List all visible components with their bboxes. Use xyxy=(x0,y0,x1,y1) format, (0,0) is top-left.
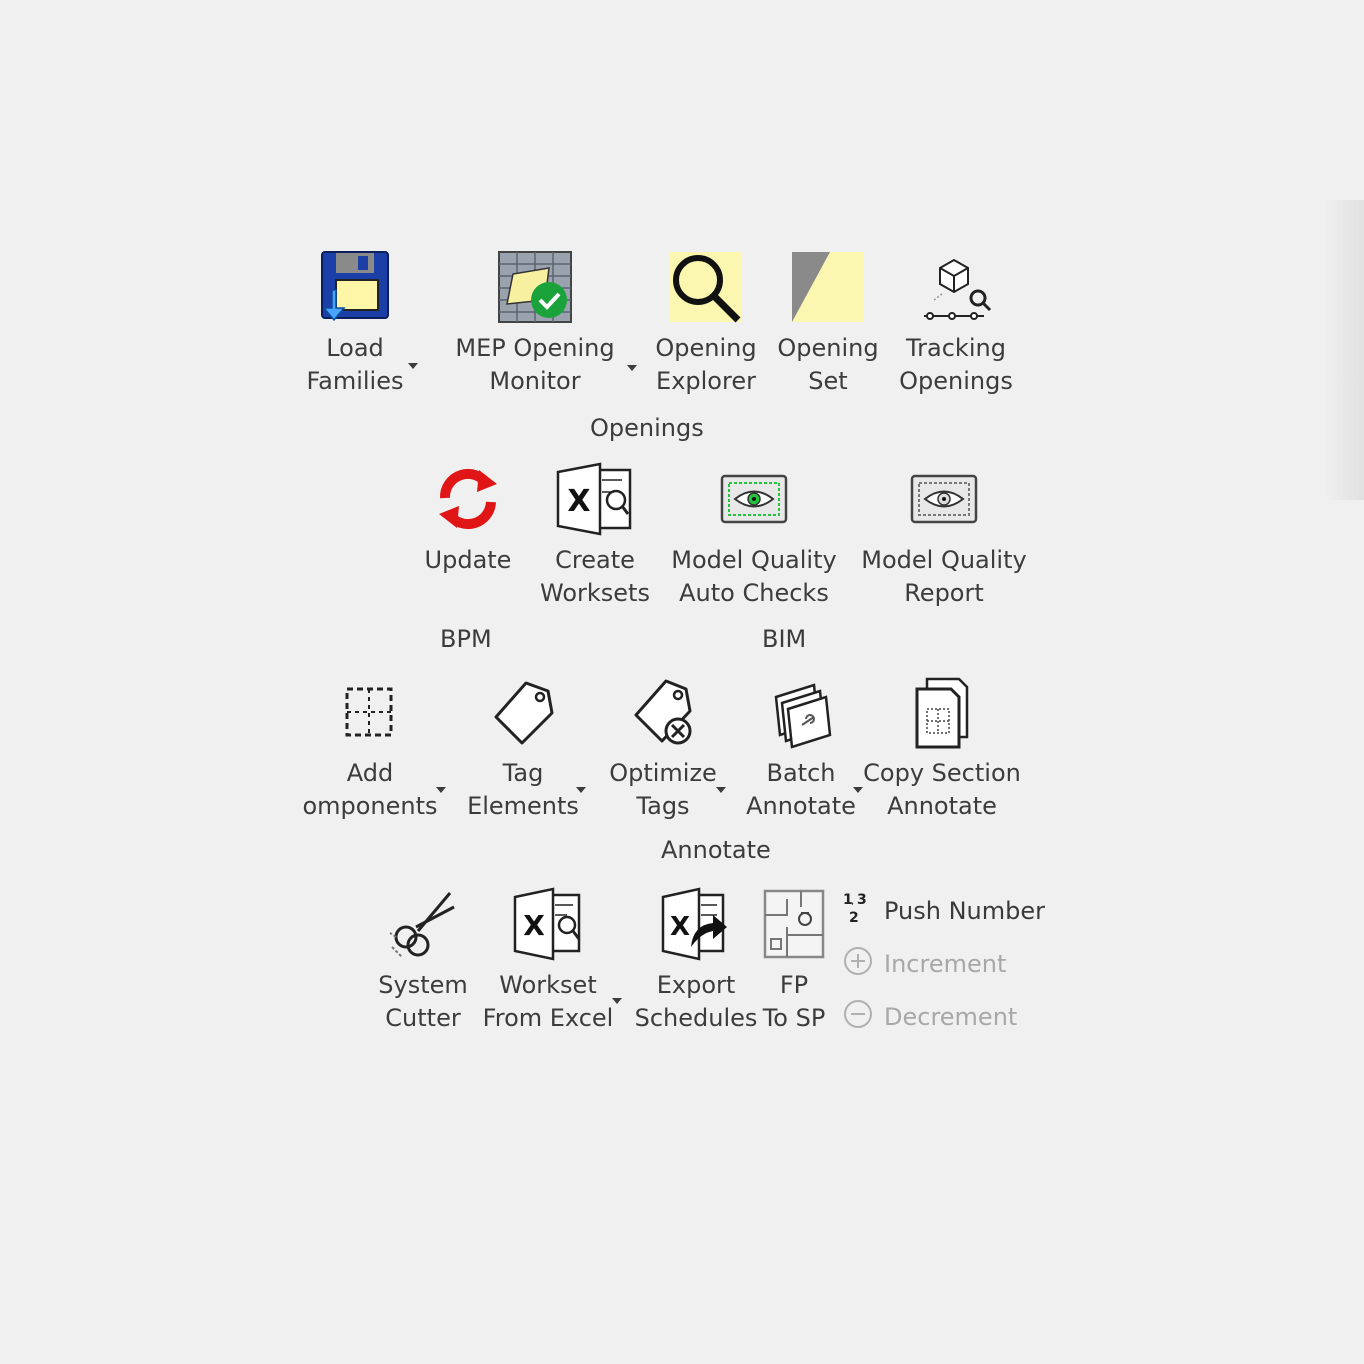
increment-button[interactable]: Increment xyxy=(842,945,1006,983)
chevron-down-icon[interactable] xyxy=(612,998,622,1004)
wall-check-icon xyxy=(497,250,573,324)
fp-to-sp-button[interactable]: FP To SP xyxy=(758,887,830,1035)
button-label: FP To SP xyxy=(762,971,826,1032)
opening-explorer-button[interactable]: Opening Explorer xyxy=(650,250,762,398)
button-label: MEP Opening Monitor xyxy=(455,334,615,395)
button-label: Update xyxy=(424,546,512,574)
create-worksets-button[interactable]: X Create Worksets xyxy=(535,462,655,610)
excel-worksets-icon: X xyxy=(513,887,583,961)
panel-title-openings: Openings xyxy=(590,414,704,442)
button-label: Tag Elements xyxy=(467,759,579,820)
number-sequence-icon: 1 , 3 2 xyxy=(842,890,874,932)
tag-elements-button[interactable]: Tag Elements xyxy=(467,675,579,823)
chevron-down-icon[interactable] xyxy=(436,787,446,793)
eye-icon xyxy=(909,462,979,536)
chevron-down-icon[interactable] xyxy=(853,787,863,793)
optimize-tags-button[interactable]: Optimize Tags xyxy=(609,675,717,823)
push-number-button[interactable]: 1 , 3 2 Push Number xyxy=(842,890,1045,932)
copy-section-icon xyxy=(907,675,977,749)
magnifier-icon xyxy=(668,250,744,324)
button-label: Copy Section Annotate xyxy=(863,759,1021,820)
update-button[interactable]: Update xyxy=(413,462,523,577)
svg-text:X: X xyxy=(567,484,590,519)
svg-text:X: X xyxy=(670,912,690,942)
svg-text:,: , xyxy=(851,896,854,907)
tag-x-icon xyxy=(628,675,698,749)
minus-circle-icon xyxy=(842,998,874,1036)
button-label: Load Families xyxy=(306,334,404,395)
button-label: Optimize Tags xyxy=(609,759,717,820)
refresh-icon xyxy=(431,462,505,536)
plus-circle-icon xyxy=(842,945,874,983)
system-cutter-button[interactable]: System Cutter xyxy=(376,887,470,1035)
tracking-cube-icon xyxy=(918,250,994,324)
decrement-button[interactable]: Decrement xyxy=(842,998,1017,1036)
chevron-down-icon[interactable] xyxy=(627,365,637,371)
excel-export-icon: X xyxy=(661,887,731,961)
opening-set-icon xyxy=(790,250,866,324)
button-label: Model Quality Report xyxy=(861,546,1027,607)
model-quality-auto-checks-button[interactable]: Model Quality Auto Checks xyxy=(664,462,844,610)
svg-text:3: 3 xyxy=(857,892,867,908)
add-components-button[interactable]: Add omponents xyxy=(302,675,438,823)
chevron-down-icon[interactable] xyxy=(716,787,726,793)
button-label: Model Quality Auto Checks xyxy=(671,546,837,607)
excel-worksets-icon: X xyxy=(556,462,634,536)
svg-text:X: X xyxy=(523,909,545,942)
button-label: Add omponents xyxy=(302,759,438,820)
workset-from-excel-button[interactable]: X Workset From Excel xyxy=(483,887,613,1035)
tag-icon xyxy=(488,675,558,749)
floorplan-icon xyxy=(761,887,827,961)
push-number-label: Push Number xyxy=(884,897,1046,925)
button-label: Export Schedules xyxy=(634,971,758,1032)
chevron-down-icon[interactable] xyxy=(408,363,418,369)
background-shadow xyxy=(1324,200,1364,500)
eye-green-icon xyxy=(719,462,789,536)
copy-section-annotate-button[interactable]: Copy Section Annotate xyxy=(863,675,1021,823)
button-label: Opening Set xyxy=(777,334,879,395)
decrement-label: Decrement xyxy=(884,1003,1018,1031)
increment-label: Increment xyxy=(884,950,1007,978)
floppy-disk-icon xyxy=(318,250,392,324)
panel-title-annotate: Annotate xyxy=(661,836,771,864)
opening-set-button[interactable]: Opening Set xyxy=(772,250,884,398)
button-label: Opening Explorer xyxy=(655,334,757,395)
dashed-grid-icon xyxy=(335,675,405,749)
export-schedules-button[interactable]: X Export Schedules xyxy=(635,887,757,1035)
panel-title-bpm: BPM xyxy=(440,625,492,653)
button-label: Tracking Openings xyxy=(899,334,1013,395)
tracking-openings-button[interactable]: Tracking Openings xyxy=(893,250,1019,398)
load-families-button[interactable]: Load Families xyxy=(300,250,410,398)
batch-sheets-icon xyxy=(766,675,836,749)
model-quality-report-button[interactable]: Model Quality Report xyxy=(854,462,1034,610)
button-label: Create Worksets xyxy=(540,546,650,607)
panel-title-bim: BIM xyxy=(762,625,807,653)
button-label: Batch Annotate xyxy=(746,759,856,820)
batch-annotate-button[interactable]: Batch Annotate xyxy=(746,675,856,823)
button-label: System Cutter xyxy=(378,971,468,1032)
svg-text:2: 2 xyxy=(849,910,859,926)
scissors-icon xyxy=(388,887,458,961)
mep-opening-monitor-button[interactable]: MEP Opening Monitor xyxy=(445,250,625,398)
chevron-down-icon[interactable] xyxy=(576,787,586,793)
button-label: Workset From Excel xyxy=(482,971,614,1032)
